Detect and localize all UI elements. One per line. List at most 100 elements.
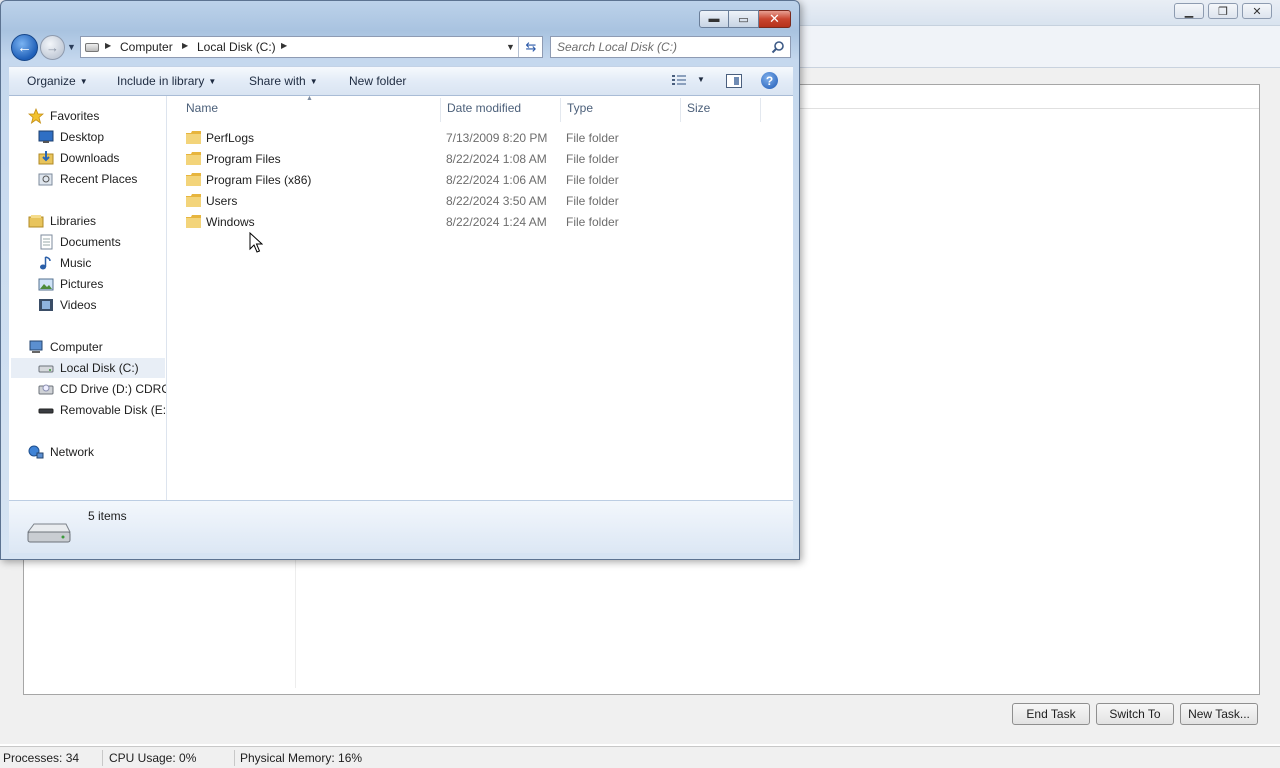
desktop-icon xyxy=(38,130,54,143)
file-row[interactable]: Program Files 8/22/2024 1:08 AM File fol… xyxy=(178,149,778,169)
physical-memory: Physical Memory: 16% xyxy=(240,751,363,765)
pictures-icon xyxy=(38,278,54,291)
file-row[interactable]: Program Files (x86) 8/22/2024 1:06 AM Fi… xyxy=(178,170,778,190)
nav-network[interactable]: Network xyxy=(28,442,94,462)
explorer-window: ▬ ▭ ✕ ← → ▼ ▶ Computer ▶ Local Disk (C:)… xyxy=(0,0,800,560)
breadcrumb-arrow-icon[interactable]: ▶ xyxy=(281,41,287,50)
search-box[interactable] xyxy=(550,36,791,58)
hard-drive-icon xyxy=(27,523,71,543)
nav-computer[interactable]: Computer xyxy=(28,337,103,357)
column-separator[interactable] xyxy=(440,98,441,122)
share-with-label: Share with xyxy=(249,74,306,88)
nav-cd-drive[interactable]: CD Drive (D:) CDROM xyxy=(38,379,166,399)
column-separator[interactable] xyxy=(560,98,561,122)
column-separator[interactable] xyxy=(680,98,681,122)
include-in-library-menu[interactable]: Include in library ▼ xyxy=(117,74,216,88)
nav-favorites[interactable]: Favorites xyxy=(28,106,99,126)
file-row[interactable]: Users 8/22/2024 3:50 AM File folder xyxy=(178,191,778,211)
address-bar[interactable]: ▶ Computer ▶ Local Disk (C:) ▶ ▼ ⇆ xyxy=(80,36,543,58)
preview-pane-icon[interactable] xyxy=(726,74,742,88)
minimize-button[interactable]: ▁ xyxy=(1174,3,1204,19)
column-header-date-modified[interactable]: Date modified xyxy=(447,101,521,115)
minimize-icon: ▁ xyxy=(1184,5,1194,18)
nav-downloads[interactable]: Downloads xyxy=(38,148,119,168)
nav-removable-disk[interactable]: Removable Disk (E:) xyxy=(38,400,167,420)
refresh-button[interactable]: ⇆ xyxy=(518,37,543,57)
column-separator[interactable] xyxy=(760,98,761,122)
close-button[interactable]: ✕ xyxy=(1242,3,1272,19)
nav-pictures[interactable]: Pictures xyxy=(38,274,103,294)
nav-favorites-label: Favorites xyxy=(50,109,100,123)
switch-to-button[interactable]: Switch To xyxy=(1096,703,1174,725)
restore-button[interactable]: ❐ xyxy=(1208,3,1238,19)
file-row[interactable]: Windows 8/22/2024 1:24 AM File folder xyxy=(178,212,778,232)
close-icon: ✕ xyxy=(769,11,780,26)
nav-local-disk[interactable]: Local Disk (C:) xyxy=(11,358,165,378)
minimize-icon: ▬ xyxy=(708,13,720,25)
search-input[interactable] xyxy=(555,39,765,55)
column-header-type[interactable]: Type xyxy=(567,101,593,115)
command-bar: Organize ▼ Include in library ▼ Share with… xyxy=(9,66,793,96)
file-row[interactable]: PerfLogs 7/13/2009 8:20 PM File folder xyxy=(178,128,778,148)
new-folder-button[interactable]: New folder xyxy=(349,74,406,88)
forward-button[interactable]: → xyxy=(40,35,65,60)
nav-desktop[interactable]: Desktop xyxy=(38,127,104,147)
file-name: Users xyxy=(206,194,238,208)
search-icon[interactable] xyxy=(771,40,785,54)
address-dropdown-icon[interactable]: ▼ xyxy=(506,42,515,52)
nav-recent-places[interactable]: Recent Places xyxy=(38,169,137,189)
details-pane: 5 items xyxy=(9,500,793,553)
file-type: File folder xyxy=(566,152,619,166)
share-with-menu[interactable]: Share with ▼ xyxy=(249,74,318,88)
processes-count: Processes: 34 xyxy=(3,751,80,765)
maximize-icon: ▭ xyxy=(738,13,749,26)
breadcrumb-computer[interactable]: Computer xyxy=(120,40,173,54)
view-options-dropdown-icon[interactable]: ▼ xyxy=(697,75,705,84)
folder-icon xyxy=(186,131,201,144)
new-task-button[interactable]: New Task... xyxy=(1180,703,1258,725)
file-date: 7/13/2009 8:20 PM xyxy=(446,131,548,145)
include-in-library-label: Include in library xyxy=(117,74,205,88)
end-task-button[interactable]: End Task xyxy=(1012,703,1090,725)
minimize-button[interactable]: ▬ xyxy=(699,10,729,28)
breadcrumb-arrow-icon[interactable]: ▶ xyxy=(182,41,188,50)
downloads-icon xyxy=(38,151,54,165)
window-caption-buttons: ▬ ▭ ✕ xyxy=(699,10,791,28)
help-icon[interactable]: ? xyxy=(761,72,778,89)
status-separator xyxy=(234,750,235,766)
recent-pages-dropdown[interactable]: ▼ xyxy=(67,42,76,52)
folder-icon xyxy=(186,215,201,228)
explorer-content: Favorites Desktop Downloads Recent Place… xyxy=(9,95,793,500)
back-button[interactable]: ← xyxy=(11,34,38,61)
nav-documents[interactable]: Documents xyxy=(38,232,121,252)
breadcrumb-local-disk[interactable]: Local Disk (C:) xyxy=(197,40,276,54)
nav-downloads-label: Downloads xyxy=(60,151,120,165)
status-separator xyxy=(102,750,103,766)
nav-removable-disk-label: Removable Disk (E:) xyxy=(60,403,167,417)
navigation-pane[interactable]: Favorites Desktop Downloads Recent Place… xyxy=(9,96,167,500)
restore-icon: ❐ xyxy=(1218,5,1228,18)
item-count: 5 items xyxy=(88,509,127,523)
nav-videos-label: Videos xyxy=(60,298,97,312)
change-view-icon[interactable] xyxy=(672,74,686,86)
close-button[interactable]: ✕ xyxy=(759,10,791,28)
nav-videos[interactable]: Videos xyxy=(38,295,96,315)
file-name: PerfLogs xyxy=(206,131,255,145)
column-header-name[interactable]: Name xyxy=(186,101,218,115)
star-icon xyxy=(28,108,44,124)
forward-arrow-icon: → xyxy=(46,40,59,55)
nav-music[interactable]: Music xyxy=(38,253,91,273)
column-header-size[interactable]: Size xyxy=(687,101,710,115)
file-list[interactable]: ▲ Name Date modified Type Size PerfLogs … xyxy=(168,95,793,500)
nav-libraries[interactable]: Libraries xyxy=(28,211,96,231)
nav-libraries-label: Libraries xyxy=(50,214,97,228)
close-icon: ✕ xyxy=(1252,5,1262,18)
switch-to-label: Switch To xyxy=(1109,707,1161,721)
organize-menu[interactable]: Organize ▼ xyxy=(27,74,88,88)
documents-icon xyxy=(40,234,53,250)
breadcrumb-arrow-icon[interactable]: ▶ xyxy=(105,41,111,50)
file-name: Program Files (x86) xyxy=(206,173,312,187)
hard-drive-icon xyxy=(38,365,54,373)
maximize-button[interactable]: ▭ xyxy=(729,10,759,28)
removable-disk-icon xyxy=(38,408,54,414)
